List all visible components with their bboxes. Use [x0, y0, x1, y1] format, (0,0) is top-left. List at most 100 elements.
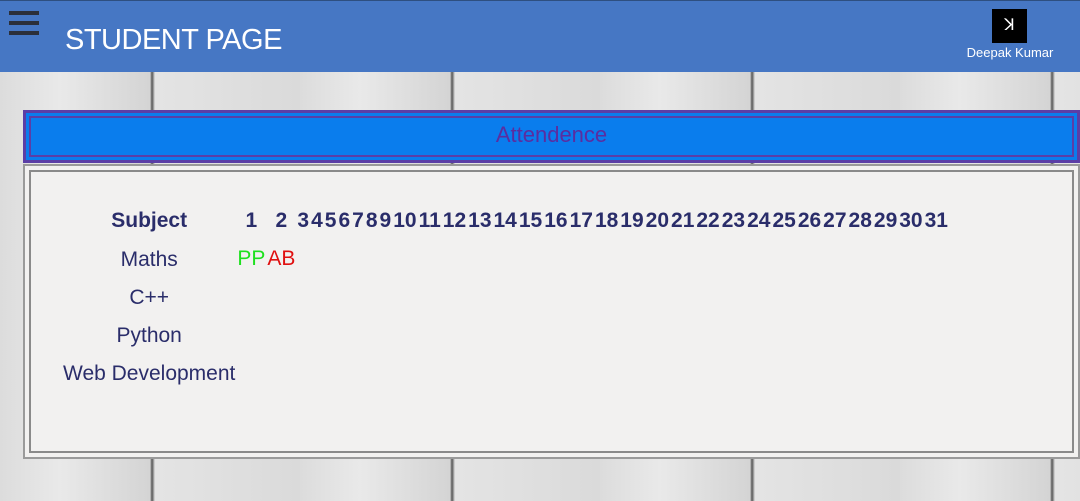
attendance-cell — [365, 354, 379, 392]
attendance-cell — [848, 240, 873, 278]
attendance-cell — [442, 354, 467, 392]
attendance-cell — [569, 278, 594, 316]
attendance-cell — [351, 278, 365, 316]
attendance-cell — [365, 278, 379, 316]
attendance-cell — [379, 316, 393, 354]
attendance-cell — [266, 354, 296, 392]
page-title: STUDENT PAGE — [65, 24, 282, 56]
attendance-cell — [822, 278, 847, 316]
attendance-cell — [324, 354, 338, 392]
subject-header: Subject — [111, 209, 188, 232]
attendance-cell — [898, 316, 923, 354]
attendance-cell — [924, 354, 949, 392]
day-header: 17 — [569, 209, 593, 232]
attendance-cell — [379, 354, 393, 392]
attendance-cell — [569, 240, 594, 278]
attendance-cell — [296, 278, 310, 316]
table-row: Web Development — [62, 354, 949, 392]
attendance-cell — [695, 316, 720, 354]
day-header: 11 — [418, 209, 441, 232]
attendance-cell — [337, 240, 351, 278]
attendance-cell — [771, 316, 796, 354]
attendance-cell — [392, 354, 417, 392]
attendance-table: Subject 1 2 3 4 5 6 7 8 9 10 11 12 13 14 15 16 17 18 19 20 2… — [62, 202, 949, 392]
attendance-cell — [924, 240, 949, 278]
attendance-cell — [771, 354, 796, 392]
day-header: 9 — [379, 209, 392, 232]
attendance-cell — [296, 316, 310, 354]
attendance-cell — [924, 316, 949, 354]
attendance-cell — [266, 316, 296, 354]
day-header: 15 — [518, 209, 543, 232]
attendance-cell — [848, 316, 873, 354]
day-header: 25 — [772, 209, 796, 232]
attendance-cell — [594, 316, 619, 354]
table-row: Maths PP AB — [62, 240, 949, 278]
attendance-cell — [324, 278, 338, 316]
day-header: 26 — [797, 209, 822, 232]
day-header: 7 — [352, 209, 364, 232]
attendance-cell — [898, 240, 923, 278]
attendance-cell — [873, 240, 898, 278]
attendance-cell: PP — [237, 247, 266, 270]
attendance-cell — [569, 316, 594, 354]
attendance-cell — [310, 240, 324, 278]
attendance-cell — [296, 354, 310, 392]
attendance-cell — [324, 316, 338, 354]
hamburger-icon[interactable] — [9, 11, 39, 41]
attendance-cell — [236, 354, 266, 392]
day-header: 29 — [873, 209, 898, 232]
attendance-cell — [721, 316, 746, 354]
day-header: 30 — [899, 209, 923, 232]
day-header: 22 — [696, 209, 720, 232]
attendance-cell — [619, 278, 644, 316]
attendance-cell — [619, 354, 644, 392]
attendance-cell — [351, 354, 365, 392]
day-header: 2 — [275, 209, 288, 232]
attendance-cell — [771, 240, 796, 278]
attendance-cell — [670, 278, 695, 316]
attendance-cell — [746, 316, 771, 354]
attendance-cell — [873, 316, 898, 354]
day-header: 20 — [645, 209, 670, 232]
attendance-cell — [746, 240, 771, 278]
day-header: 27 — [823, 209, 847, 232]
attendance-cell — [873, 354, 898, 392]
attendance-cell — [822, 240, 847, 278]
attendance-cell — [392, 278, 417, 316]
attendance-cell — [594, 354, 619, 392]
day-header: 28 — [848, 209, 872, 232]
attendance-cell — [467, 278, 492, 316]
attendance-cell — [695, 354, 720, 392]
day-header: 31 — [924, 209, 948, 232]
attendance-cell — [873, 278, 898, 316]
attendance-cell — [645, 278, 670, 316]
day-header: 6 — [338, 209, 351, 232]
attendance-banner: Attendence — [23, 110, 1080, 163]
attendance-cell — [797, 240, 822, 278]
attendance-cell — [797, 354, 822, 392]
user-name[interactable]: Deepak Kumar — [960, 45, 1060, 60]
attendance-cell — [924, 278, 949, 316]
attendance-cell — [365, 240, 379, 278]
day-header: 4 — [311, 209, 323, 232]
subject-cell: Web Development — [63, 361, 236, 385]
attendance-cell — [310, 278, 324, 316]
attendance-cell — [236, 316, 266, 354]
attendance-cell — [822, 316, 847, 354]
attendance-cell — [619, 240, 644, 278]
attendance-cell — [771, 278, 796, 316]
attendance-cell — [721, 354, 746, 392]
day-header: 10 — [393, 209, 417, 232]
attendance-cell — [543, 354, 568, 392]
day-header: 8 — [365, 209, 378, 232]
attendance-cell — [337, 354, 351, 392]
attendance-cell — [236, 278, 266, 316]
attendance-cell — [645, 354, 670, 392]
avatar[interactable]: ꓘ — [992, 9, 1027, 43]
attendance-cell — [337, 278, 351, 316]
table-row: C++ — [62, 278, 949, 316]
attendance-title: Attendence — [29, 116, 1074, 157]
attendance-cell — [848, 354, 873, 392]
attendance-cell — [822, 354, 847, 392]
